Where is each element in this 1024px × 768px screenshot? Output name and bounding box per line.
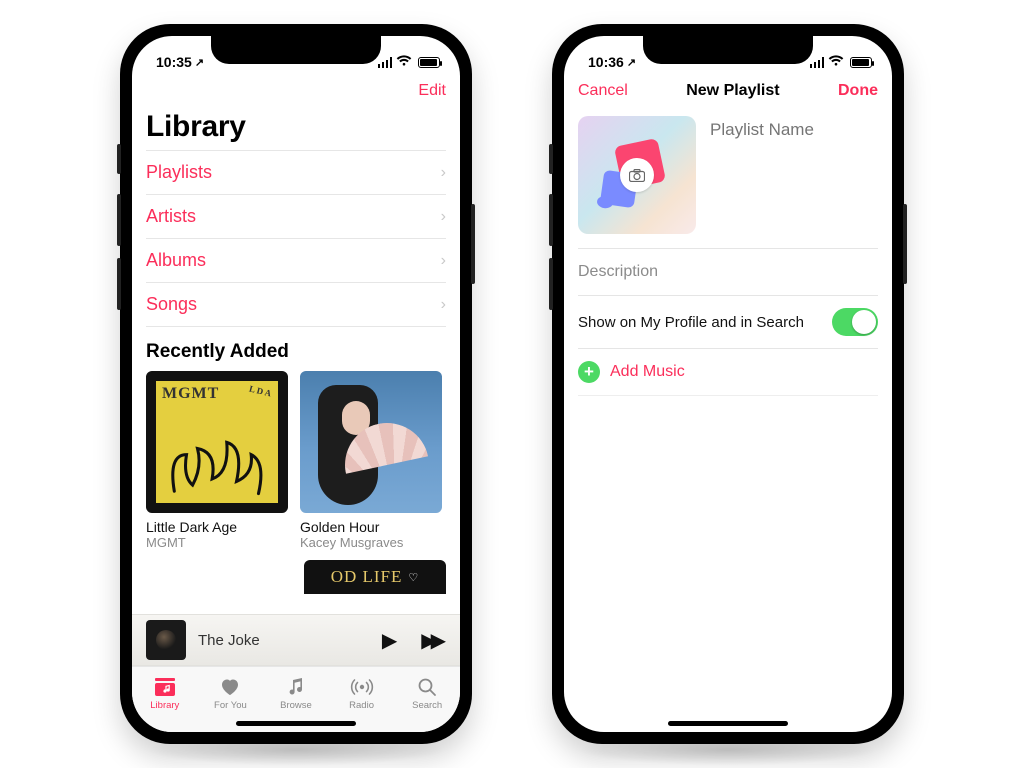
next-button[interactable]: ▶▶ [415, 628, 446, 653]
location-icon: ↗ [195, 56, 204, 69]
heart-icon [219, 676, 241, 698]
tab-label: Search [412, 700, 442, 711]
nav-bar: Cancel New Playlist Done [564, 72, 892, 110]
recently-added-grid: MGMT L D A Little Dark Age MGMT Golden H… [132, 371, 460, 550]
album-card[interactable]: MGMT L D A Little Dark Age MGMT [146, 371, 288, 550]
wifi-icon [396, 54, 412, 70]
library-list: Playlists › Artists › Albums › Songs › [132, 150, 460, 327]
play-button[interactable]: ▶ [376, 628, 403, 653]
album-cover: MGMT L D A [146, 371, 288, 513]
toggle-label: Show on My Profile and in Search [578, 314, 804, 331]
divider [578, 395, 878, 396]
tab-foryou[interactable]: For You [198, 667, 264, 720]
search-icon [417, 676, 437, 698]
chevron-right-icon: › [441, 296, 446, 314]
notch [211, 36, 381, 64]
library-content: Library Playlists › Artists › Albums › S… [132, 110, 460, 614]
signal-icon [810, 57, 825, 68]
nav-title: New Playlist [686, 82, 779, 100]
screen-library: 10:35 ↗ Edit Library Playlists › [132, 36, 460, 732]
album-artist: MGMT [146, 535, 288, 550]
mute-switch [117, 144, 121, 174]
location-icon: ↗ [627, 56, 636, 69]
now-playing-cover [146, 620, 186, 660]
description-input[interactable]: Description [578, 249, 878, 295]
music-note-icon [286, 676, 306, 698]
battery-icon [418, 57, 440, 68]
signal-icon [378, 57, 393, 68]
home-indicator[interactable] [668, 721, 788, 726]
cover-art [156, 381, 278, 503]
playlist-cover-picker[interactable] [578, 116, 696, 234]
row-albums[interactable]: Albums › [146, 238, 446, 282]
camera-icon [620, 158, 654, 192]
row-label: Albums [146, 250, 206, 271]
tab-label: Radio [349, 700, 374, 711]
new-playlist-form: Description Show on My Profile and in Se… [564, 110, 892, 732]
chevron-right-icon: › [441, 164, 446, 182]
vol-down [549, 258, 553, 310]
add-music-button[interactable]: + Add Music [578, 349, 878, 395]
radio-icon [350, 676, 374, 698]
tab-label: Library [150, 700, 179, 711]
row-label: Songs [146, 294, 197, 315]
row-label: Playlists [146, 162, 212, 183]
album-card[interactable]: Golden Hour Kacey Musgraves [300, 371, 442, 550]
recently-added-grid-row2: OD LIFE ♡ [132, 550, 460, 594]
row-artists[interactable]: Artists › [146, 194, 446, 238]
profile-visibility-row: Show on My Profile and in Search [578, 296, 878, 348]
status-time: 10:35 [156, 54, 192, 70]
row-playlists[interactable]: Playlists › [146, 150, 446, 194]
home-indicator[interactable] [236, 721, 356, 726]
now-playing-bar[interactable]: The Joke ▶ ▶▶ [132, 614, 460, 666]
phone-right: 10:36 ↗ Cancel New Playlist Done [552, 24, 904, 744]
tab-radio[interactable]: Radio [329, 667, 395, 720]
row-songs[interactable]: Songs › [146, 282, 446, 327]
screen-new-playlist: 10:36 ↗ Cancel New Playlist Done [564, 36, 892, 732]
vol-up [117, 194, 121, 246]
recently-added-heading: Recently Added [132, 327, 460, 371]
mute-switch [549, 144, 553, 174]
side-button [903, 204, 907, 284]
cover-text: OD LIFE [331, 567, 403, 587]
page-title: Library [132, 110, 460, 150]
cancel-button[interactable]: Cancel [578, 82, 628, 100]
tab-browse[interactable]: Browse [263, 667, 329, 720]
wifi-icon [828, 54, 844, 70]
vol-up [549, 194, 553, 246]
now-playing-title: The Joke [198, 632, 364, 649]
edit-button[interactable]: Edit [418, 82, 446, 100]
profile-visibility-toggle[interactable] [832, 308, 878, 336]
playlist-name-input[interactable] [710, 120, 878, 140]
notch [643, 36, 813, 64]
battery-icon [850, 57, 872, 68]
tab-label: For You [214, 700, 247, 711]
status-time: 10:36 [588, 54, 624, 70]
album-cover-peek[interactable]: OD LIFE ♡ [304, 560, 446, 594]
plus-icon: + [578, 361, 600, 383]
chevron-right-icon: › [441, 208, 446, 226]
library-icon [154, 676, 176, 698]
phone-left: 10:35 ↗ Edit Library Playlists › [120, 24, 472, 744]
chevron-right-icon: › [441, 252, 446, 270]
album-artist: Kacey Musgraves [300, 535, 442, 550]
tab-search[interactable]: Search [394, 667, 460, 720]
add-music-label: Add Music [610, 363, 685, 381]
done-button[interactable]: Done [838, 82, 878, 100]
tab-label: Browse [280, 700, 312, 711]
vol-down [117, 258, 121, 310]
side-button [471, 204, 475, 284]
album-title: Little Dark Age [146, 519, 288, 535]
heart-icon: ♡ [408, 571, 419, 584]
tab-library[interactable]: Library [132, 667, 198, 720]
description-placeholder: Description [578, 263, 658, 280]
nav-bar: Edit [132, 72, 460, 110]
row-label: Artists [146, 206, 196, 227]
album-title: Golden Hour [300, 519, 442, 535]
album-cover [300, 371, 442, 513]
